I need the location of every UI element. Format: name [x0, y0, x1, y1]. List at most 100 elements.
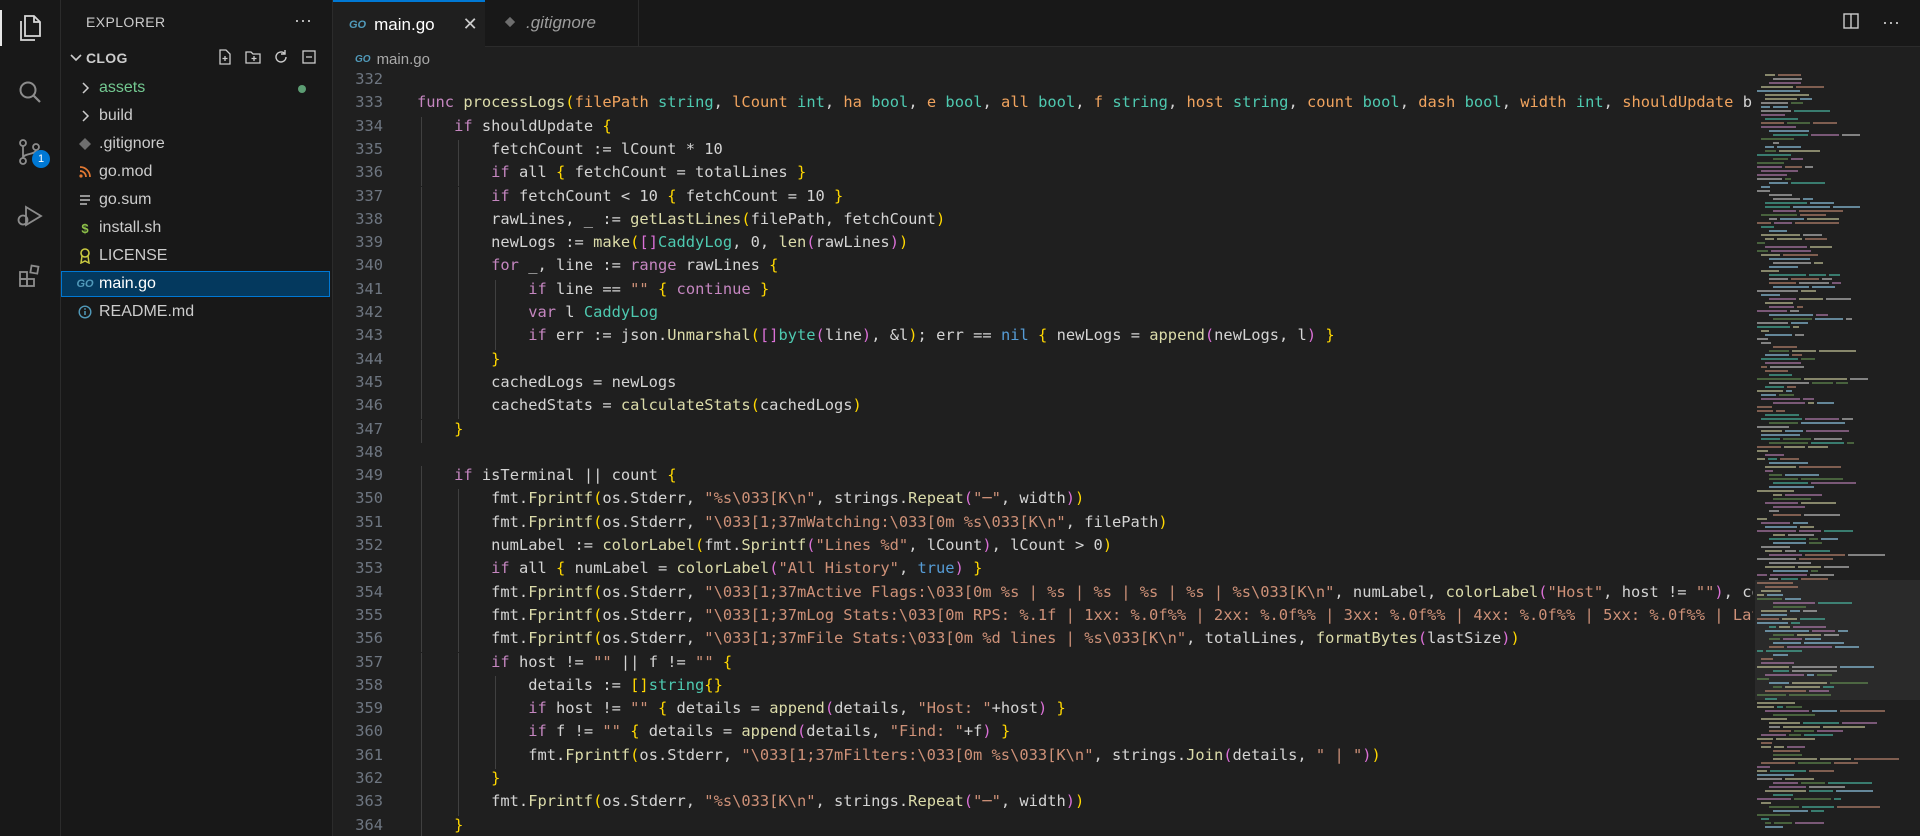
code-line[interactable]: 339 newLogs := make([]CaddyLog, 0, len(r…	[333, 233, 1753, 257]
indent-guide	[458, 186, 460, 210]
minimap-line	[1782, 618, 1797, 620]
code-line[interactable]: 340 for _, line := range rawLines {	[333, 256, 1753, 280]
collapse-all-icon[interactable]	[300, 48, 318, 69]
code-line[interactable]: 361 fmt.Fprintf(os.Stderr, "\033[1;37mFi…	[333, 745, 1753, 769]
code-line[interactable]: 335 fetchCount := lCount * 10	[333, 139, 1753, 164]
code-line[interactable]: 346 cachedStats = calculateStats(cachedL…	[333, 396, 1753, 420]
folder-name: CLOG	[86, 50, 128, 66]
minimap-line	[1791, 158, 1803, 160]
minimap-line	[1824, 566, 1849, 568]
more-actions-icon[interactable]: ···	[294, 10, 312, 31]
minimap-line	[1822, 278, 1832, 280]
search-icon[interactable]	[14, 76, 46, 108]
code-line[interactable]: 338 rawLines, _ := getLastLines(filePath…	[333, 209, 1753, 234]
line-number: 343	[355, 326, 383, 345]
folder-header[interactable]: CLOG	[61, 48, 332, 70]
minimap-line	[1773, 498, 1811, 500]
code-line[interactable]: 334 if shouldUpdate {	[333, 116, 1753, 140]
minimap-line	[1769, 278, 1788, 280]
minimap-line	[1765, 526, 1797, 528]
code-line[interactable]: 342 var l CaddyLog	[333, 303, 1753, 327]
tree-item-build[interactable]: build	[61, 103, 330, 129]
code-line[interactable]: 351 fmt.Fprintf(os.Stderr, "\033[1;37mWa…	[333, 512, 1753, 536]
tree-item-gitignore[interactable]: .gitignore	[61, 131, 330, 157]
indent-guide	[458, 233, 460, 257]
tree-item-install-sh[interactable]: $ install.sh	[61, 215, 330, 241]
tree-item-license[interactable]: LICENSE	[61, 243, 330, 269]
code-line[interactable]: 347 }	[333, 419, 1753, 443]
code-editor[interactable]: 332 333 func processLogs(filePath string, …	[333, 70, 1753, 836]
run-debug-icon[interactable]	[14, 200, 46, 232]
minimap-line	[1770, 366, 1804, 368]
explorer-files-icon[interactable]	[0, 10, 46, 46]
code-line[interactable]: 364 }	[333, 815, 1753, 836]
indent-guide	[458, 559, 460, 583]
tree-item-go-sum[interactable]: go.sum	[61, 187, 330, 213]
minimap-line	[1799, 558, 1833, 560]
code-line[interactable]: 362 }	[333, 769, 1753, 793]
minimap-line	[1761, 662, 1794, 664]
minimap-line	[1768, 458, 1777, 460]
tree-item-readme[interactable]: README.md	[61, 299, 330, 325]
code-line[interactable]: 332	[333, 70, 1753, 93]
code-line[interactable]: 357 if host != "" || f != "" {	[333, 652, 1753, 676]
minimap-line	[1773, 402, 1805, 404]
breadcrumb[interactable]: GO main.go	[355, 48, 430, 70]
code-line[interactable]: 336 if all { fetchCount = totalLines }	[333, 163, 1753, 187]
line-number: 334	[355, 116, 383, 135]
extensions-icon[interactable]	[14, 260, 46, 292]
tree-item-main-go[interactable]: GO main.go	[61, 271, 330, 297]
code-line[interactable]: 354 fmt.Fprintf(os.Stderr, "\033[1;37mAc…	[333, 582, 1753, 606]
minimap-line	[1769, 130, 1809, 132]
tab-main-go[interactable]: GO main.go ✕	[333, 0, 485, 47]
tab-gitignore[interactable]: .gitignore	[486, 0, 639, 46]
close-icon[interactable]: ✕	[463, 14, 478, 35]
refresh-icon[interactable]	[272, 48, 290, 69]
code-text: fmt.Fprintf(os.Stderr, "\033[1;37mFilter…	[417, 745, 1381, 764]
minimap-line	[1788, 534, 1814, 536]
code-line[interactable]: 343 if err := json.Unmarshal([]byte(line…	[333, 326, 1753, 350]
more-actions-icon[interactable]: ···	[1882, 12, 1900, 35]
code-line[interactable]: 352 numLabel := colorLabel(fmt.Sprintf("…	[333, 536, 1753, 560]
tree-item-assets[interactable]: assets	[61, 75, 330, 101]
minimap-line	[1787, 646, 1832, 648]
minimap-line	[1765, 202, 1807, 204]
code-line[interactable]: 349 if isTerminal || count {	[333, 466, 1753, 490]
code-line[interactable]: 356 fmt.Fprintf(os.Stderr, "\033[1;37mFi…	[333, 629, 1753, 653]
minimap-line	[1761, 366, 1767, 368]
minimap-line	[1757, 490, 1794, 492]
chevron-right-icon	[77, 80, 93, 96]
minimap-line	[1757, 166, 1782, 168]
code-line[interactable]: 345 cachedLogs = newLogs	[333, 372, 1753, 397]
code-line[interactable]: 341 if line == "" { continue }	[333, 279, 1753, 303]
indent-guide	[421, 372, 422, 397]
line-number: 359	[355, 699, 383, 718]
code-line[interactable]: 355 fmt.Fprintf(os.Stderr, "\033[1;37mLo…	[333, 605, 1753, 630]
code-line[interactable]: 348	[333, 443, 1753, 466]
minimap-line	[1757, 666, 1789, 668]
minimap-line	[1769, 578, 1778, 580]
minimap-line	[1792, 350, 1816, 352]
code-text: fmt.Fprintf(os.Stderr, "\033[1;37mFile S…	[417, 629, 1520, 648]
minimap-line	[1791, 322, 1808, 324]
minimap-line	[1832, 282, 1841, 284]
split-editor-icon[interactable]	[1842, 12, 1860, 35]
code-line[interactable]: 333 func processLogs(filePath string, lCo…	[333, 93, 1753, 116]
code-line[interactable]: 344 }	[333, 349, 1753, 373]
new-file-icon[interactable]	[216, 48, 234, 69]
code-line[interactable]: 359 if host != "" { details = append(det…	[333, 699, 1753, 723]
minimap-line	[1757, 530, 1796, 532]
new-folder-icon[interactable]	[244, 48, 262, 69]
line-number: 346	[355, 396, 383, 415]
source-control-icon[interactable]: 1	[14, 136, 50, 168]
code-line[interactable]: 360 if f != "" { details = append(detail…	[333, 722, 1753, 746]
code-line[interactable]: 353 if all { numLabel = colorLabel("All …	[333, 559, 1753, 583]
tree-item-go-mod[interactable]: go.mod	[61, 159, 330, 185]
minimap[interactable]	[1755, 70, 1920, 836]
code-line[interactable]: 350 fmt.Fprintf(os.Stderr, "%s\033[K\n",…	[333, 489, 1753, 513]
indent-guide	[421, 652, 422, 676]
code-line[interactable]: 337 if fetchCount < 10 { fetchCount = 10…	[333, 186, 1753, 210]
minimap-line	[1769, 682, 1789, 684]
code-line[interactable]: 358 details := []string{}	[333, 675, 1753, 700]
code-line[interactable]: 363 fmt.Fprintf(os.Stderr, "%s\033[K\n",…	[333, 792, 1753, 816]
